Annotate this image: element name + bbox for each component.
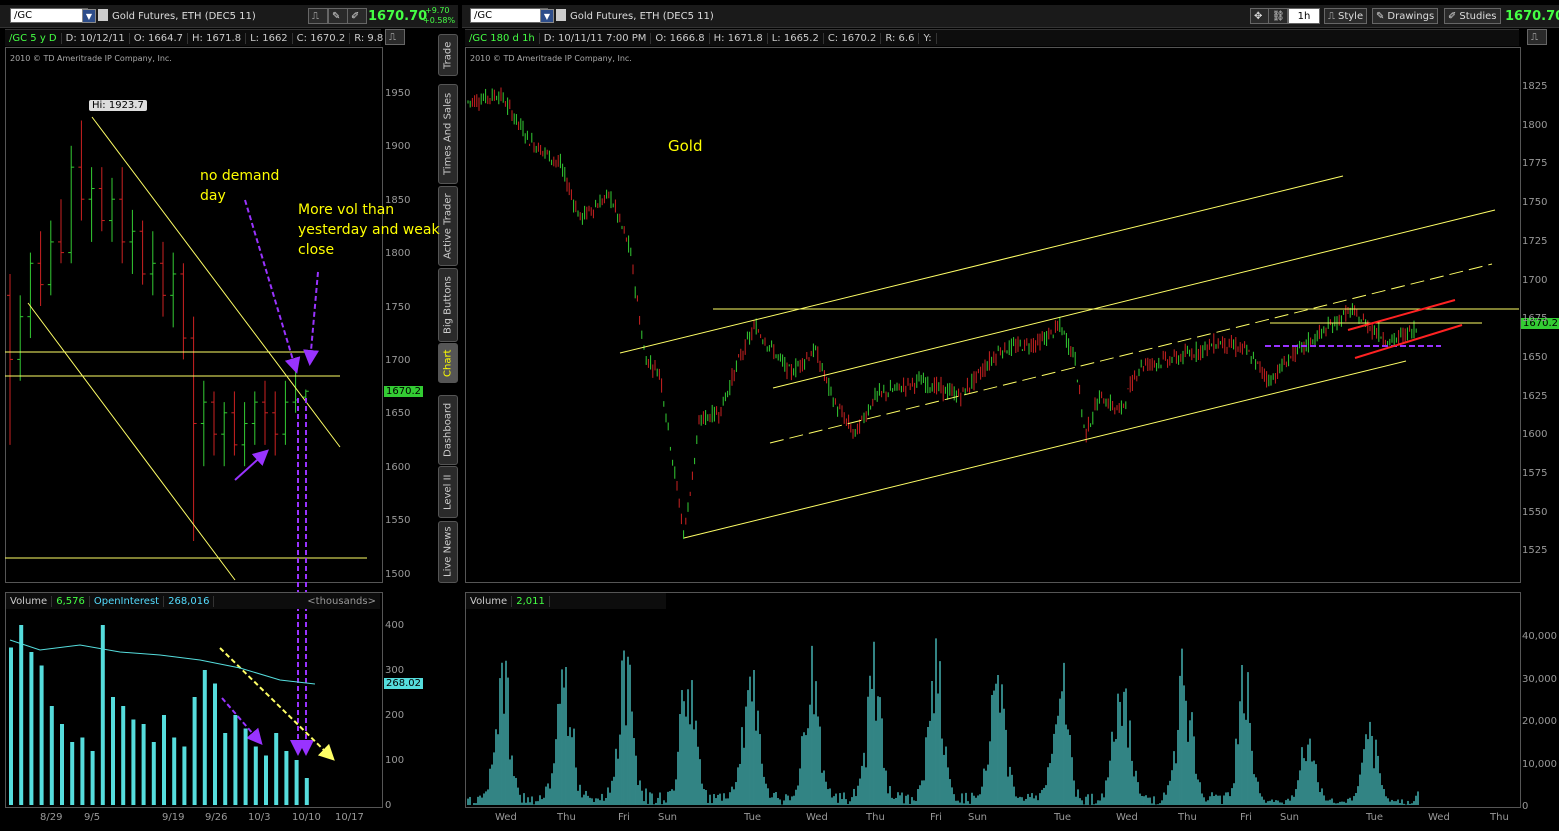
annotation-more-vol: More vol than yesterday and weak close: [298, 202, 440, 258]
left-vol-axis-label: 100: [385, 755, 405, 766]
right-volume-bar: Volume 2,011: [466, 593, 666, 609]
right-x-axis-label: Fri: [930, 812, 942, 823]
right-vol-axis-label: 40,000: [1522, 631, 1557, 642]
left-price-axis-label: 1650: [385, 408, 411, 420]
right-x-axis-label: Thu: [866, 812, 885, 823]
right-x-axis-label: Sun: [658, 812, 678, 823]
left-x-axis-label: 10/3: [248, 812, 271, 823]
right-price-axis-label: 1800: [1522, 119, 1548, 131]
right-price-axis-label: 1700: [1522, 274, 1548, 286]
right-x-axis-label: Tue: [1054, 812, 1072, 823]
right-price-axis-label: 1750: [1522, 197, 1548, 209]
left-vol-axis-label: 300: [385, 665, 405, 676]
left-x-axis-label: 10/10: [292, 812, 321, 823]
right-x-axis-label: Thu: [1178, 812, 1197, 823]
right-price-axis-label: 1725: [1522, 235, 1548, 247]
right-volume-panel: [465, 592, 1521, 808]
right-x-axis-label: Thu: [557, 812, 576, 823]
right-price-axis-label: 1525: [1522, 545, 1548, 557]
left-price-axis-label: 1500: [385, 568, 411, 580]
channel-middle: [772, 209, 1496, 389]
left-price-axis-label: 1950: [385, 88, 411, 99]
right-price-axis-label: 1625: [1522, 390, 1548, 402]
gold-label: Gold: [668, 137, 703, 155]
left-x-axis-label: 10/17: [335, 812, 364, 823]
right-price-axis-label: 1575: [1522, 468, 1548, 479]
right-price-axis-label: 1675: [1522, 313, 1548, 325]
left-price-axis-label: 1900: [385, 141, 411, 153]
left-vol-axis-label: 0: [385, 800, 392, 811]
right-price-axis-label: 1600: [1522, 429, 1548, 441]
right-x-axis-label: Tue: [744, 812, 762, 823]
channel-lower: [683, 360, 1407, 539]
red-channel-bottom: [1354, 324, 1463, 359]
left-vol-axis-label: 200: [385, 710, 405, 721]
right-x-axis-label: Fri: [1240, 812, 1252, 823]
left-price-axis-label: 1750: [385, 301, 411, 313]
right-volume-value: 2,011: [512, 595, 550, 607]
left-price-axis-label: 1700: [385, 355, 411, 366]
right-x-axis-label: Thu: [1490, 812, 1509, 823]
right-x-axis-label: Sun: [1280, 812, 1300, 823]
right-x-axis-label: Fri: [618, 812, 630, 823]
right-vol-axis-label: 30,000: [1522, 673, 1557, 685]
left-price-axis-label: 1850: [385, 194, 411, 206]
left-x-axis-label: 9/19: [162, 812, 185, 823]
right-x-axis-label: Wed: [1428, 812, 1450, 823]
red-channel-top: [1347, 299, 1456, 331]
right-price-axis-label: 1825: [1522, 81, 1548, 92]
channel-dashed: [769, 263, 1493, 444]
left-x-axis-label: 9/26: [205, 812, 228, 823]
right-vol-axis-label: 10,000: [1522, 758, 1557, 770]
left-x-axis-label: 8/29: [40, 812, 63, 823]
left-vol-axis-label: 400: [385, 620, 405, 631]
left-price-axis-label: 1800: [385, 248, 411, 260]
left-price-tag: 1670.2: [384, 386, 423, 397]
channel-upper: [619, 175, 1344, 354]
right-vol-axis-label: 20,000: [1522, 716, 1557, 727]
right-x-axis-label: Wed: [495, 812, 517, 823]
right-vol-axis-label: 0: [1522, 801, 1529, 812]
right-x-axis-label: Wed: [1116, 812, 1138, 823]
left-hi-label: Hi: 1923.7: [89, 100, 147, 111]
right-x-axis-label: Wed: [806, 812, 828, 823]
left-price-axis-label: 1550: [385, 515, 411, 527]
left-price-axis-label: 1600: [385, 461, 411, 473]
left-oi-tag: 268.02: [384, 678, 423, 689]
left-x-axis-label: 9/5: [84, 812, 101, 823]
annotation-no-demand: no demand day: [200, 168, 280, 204]
right-volume-label: Volume: [466, 595, 513, 607]
right-x-axis-label: Sun: [968, 812, 988, 823]
right-x-axis-label: Tue: [1366, 812, 1384, 823]
right-price-axis-label: 1650: [1522, 351, 1548, 363]
right-price-axis-label: 1550: [1522, 506, 1548, 518]
right-price-axis-label: 1775: [1522, 158, 1548, 170]
